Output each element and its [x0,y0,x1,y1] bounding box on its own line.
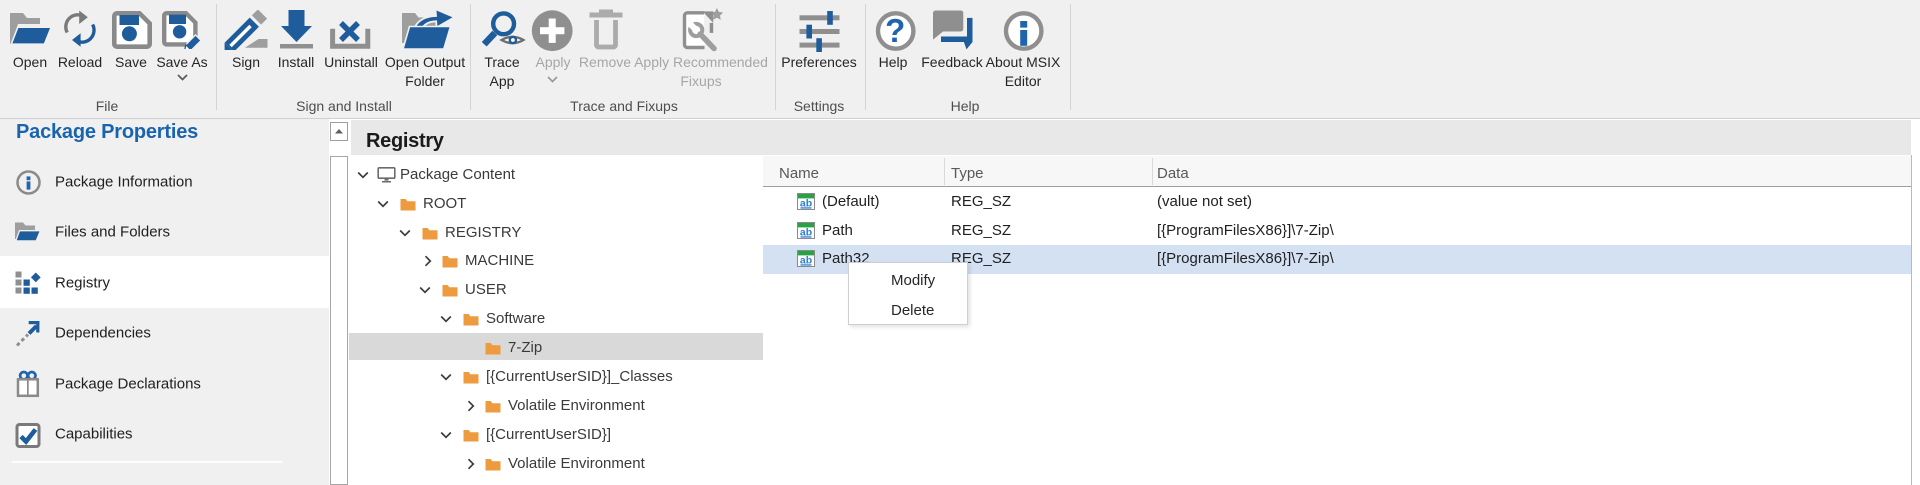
svg-text:?: ? [885,12,905,49]
